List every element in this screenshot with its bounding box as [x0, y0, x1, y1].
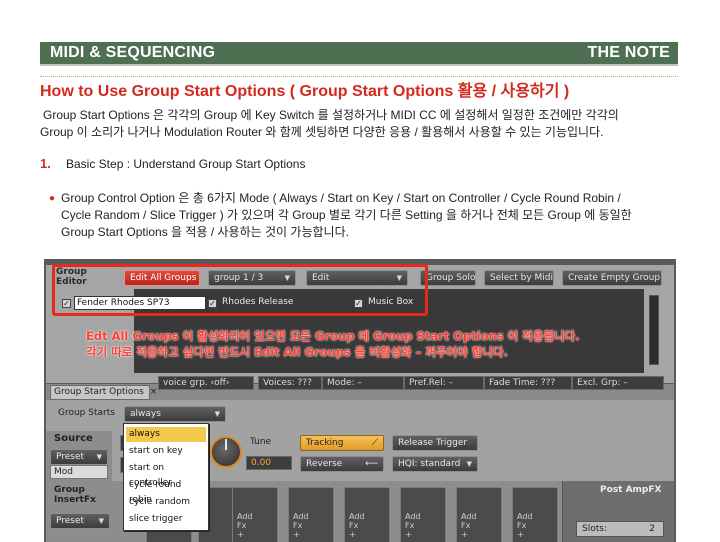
step-heading: Basic Step : Understand Group Start Opti…: [66, 157, 306, 171]
menu-item-always[interactable]: always: [126, 427, 206, 442]
fx-slot[interactable]: Add Fx +: [288, 487, 334, 542]
curve-icon: ⟋: [371, 438, 378, 448]
slots-value: 2: [649, 524, 655, 534]
kontakt-group-editor-screenshot: Group Editor Edit All Groups group 1 / 3…: [44, 259, 676, 542]
menu-item-cycle-round-robin[interactable]: cycle round robin: [126, 478, 206, 505]
hqi-dropdown[interactable]: HQI: standard ▼: [392, 456, 478, 472]
add-fx-label: Fx: [517, 521, 527, 530]
voice-group-selector[interactable]: voice grp. ‹off›: [158, 376, 254, 390]
fade-time-readout: Fade Time: ???: [484, 376, 572, 390]
insertfx-label-1: Group: [54, 485, 85, 495]
select-by-midi-button[interactable]: Select by Midi: [484, 270, 554, 286]
page-title: How to Use Group Start Options ( Group S…: [40, 83, 570, 100]
tab-label: Group Start Options: [54, 387, 144, 397]
reverse-button[interactable]: Reverse ⟵: [300, 456, 384, 472]
chevron-down-icon: ▼: [214, 410, 220, 418]
mode-readout: Mode: –: [322, 376, 404, 390]
add-fx-label: Fx: [461, 521, 471, 530]
group-starts-label: Group Starts: [58, 408, 115, 418]
post-ampfx-label: Post AmpFX: [600, 485, 662, 495]
insertfx-preset-label: Preset: [56, 516, 85, 526]
fx-slot[interactable]: Add Fx +: [232, 487, 278, 542]
section-title: MIDI & SEQUENCING: [50, 44, 216, 61]
group-list-scrollbar[interactable]: [649, 295, 659, 365]
brand-label: THE NOTE: [587, 44, 670, 61]
step-number: 1.: [40, 156, 51, 171]
slots-label: Slots:: [582, 524, 607, 534]
menu-item-slice-trigger[interactable]: slice trigger: [126, 512, 206, 527]
insertfx-label-2: InsertFx: [54, 495, 96, 505]
add-fx-label: Add: [517, 512, 533, 521]
fx-slot[interactable]: Add Fx +: [344, 487, 390, 542]
plus-icon: +: [405, 530, 412, 539]
add-fx-label: Fx: [237, 521, 247, 530]
chevron-down-icon: ▼: [96, 453, 102, 461]
group-solo-button[interactable]: Group Solo: [420, 270, 476, 286]
fx-slot[interactable]: Add Fx +: [512, 487, 558, 542]
source-label: Source: [54, 433, 93, 444]
menu-item-cycle-random[interactable]: cycle random: [126, 495, 206, 510]
tab-group-start-options[interactable]: Group Start Options ×: [50, 385, 157, 400]
section-header-bar: MIDI & SEQUENCING THE NOTE: [40, 42, 678, 66]
voices-readout: Voices: ???: [258, 376, 322, 390]
pref-rel-readout: Pref.Rel: –: [404, 376, 484, 390]
tracking-button[interactable]: Tracking ⟋: [300, 435, 384, 451]
close-icon[interactable]: ×: [150, 387, 158, 397]
add-fx-label: Add: [293, 512, 309, 521]
knob-pointer-icon: [225, 439, 227, 450]
plus-icon: +: [237, 530, 244, 539]
source-preset-label: Preset: [56, 452, 85, 462]
add-fx-label: Fx: [293, 521, 303, 530]
tune-label: Tune: [250, 437, 272, 447]
add-fx-label: Add: [461, 512, 477, 521]
group-starts-menu: always start on key start on controller …: [123, 423, 209, 531]
mod-field[interactable]: Mod: [50, 465, 108, 479]
slots-field[interactable]: Slots: 2: [576, 521, 664, 537]
intro-line-2: Group 이 소리가 나거나 Modulation Router 와 함께 셋…: [40, 125, 604, 139]
add-fx-label: Add: [237, 512, 253, 521]
bullet-dot-icon: ●: [49, 193, 56, 204]
hqi-label: HQI: standard: [398, 459, 461, 469]
chevron-down-icon: ▼: [466, 460, 472, 468]
fx-slot[interactable]: Add Fx +: [400, 487, 446, 542]
create-empty-group-button[interactable]: Create Empty Group: [562, 270, 662, 286]
group-starts-value: always: [130, 409, 161, 419]
insertfx-preset-dropdown[interactable]: Preset ▼: [50, 513, 110, 529]
plus-icon: +: [517, 530, 524, 539]
plus-icon: +: [461, 530, 468, 539]
source-preset-dropdown[interactable]: Preset ▼: [50, 449, 108, 465]
add-fx-label: Add: [405, 512, 421, 521]
excl-group-readout: Excl. Grp: –: [572, 376, 664, 390]
intro-line-1: Group Start Options 은 각각의 Group 에 Key Sw…: [43, 108, 619, 122]
annotation-line-1: Edt All Groups 이 활성화되어 있으면 모든 Group 에 Gr…: [86, 329, 580, 343]
annotation-line-2: 각기 따로 적용하고 싶다면 반드시 Edit All Groups 을 비활성…: [86, 345, 508, 359]
menu-item-start-on-controller[interactable]: start on controller: [126, 461, 206, 488]
group-starts-dropdown[interactable]: always ▼: [124, 406, 226, 422]
tracking-label: Tracking: [306, 438, 344, 448]
add-fx-label: Fx: [405, 521, 415, 530]
menu-item-start-on-key[interactable]: start on key: [126, 444, 206, 459]
chevron-down-icon: ▼: [98, 517, 104, 525]
add-fx-label: Add: [349, 512, 365, 521]
arrow-left-icon: ⟵: [365, 459, 378, 469]
tune-value[interactable]: 0.00: [246, 456, 292, 470]
plus-icon: +: [349, 530, 356, 539]
add-fx-label: Fx: [349, 521, 359, 530]
bullet-line-1: Group Control Option 은 총 6가지 Mode ( Alwa…: [61, 191, 621, 205]
release-trigger-button[interactable]: Release Trigger: [392, 435, 478, 451]
bullet-line-2: Cycle Random / Slice Trigger ) 가 있으며 각 G…: [61, 208, 632, 222]
bullet-line-3: Group Start Options 을 적용 / 사용하는 것이 가능합니다…: [61, 225, 349, 239]
reverse-label: Reverse: [306, 459, 343, 469]
highlight-box: [52, 264, 428, 316]
plus-icon: +: [293, 530, 300, 539]
fx-slot[interactable]: Add Fx +: [456, 487, 502, 542]
